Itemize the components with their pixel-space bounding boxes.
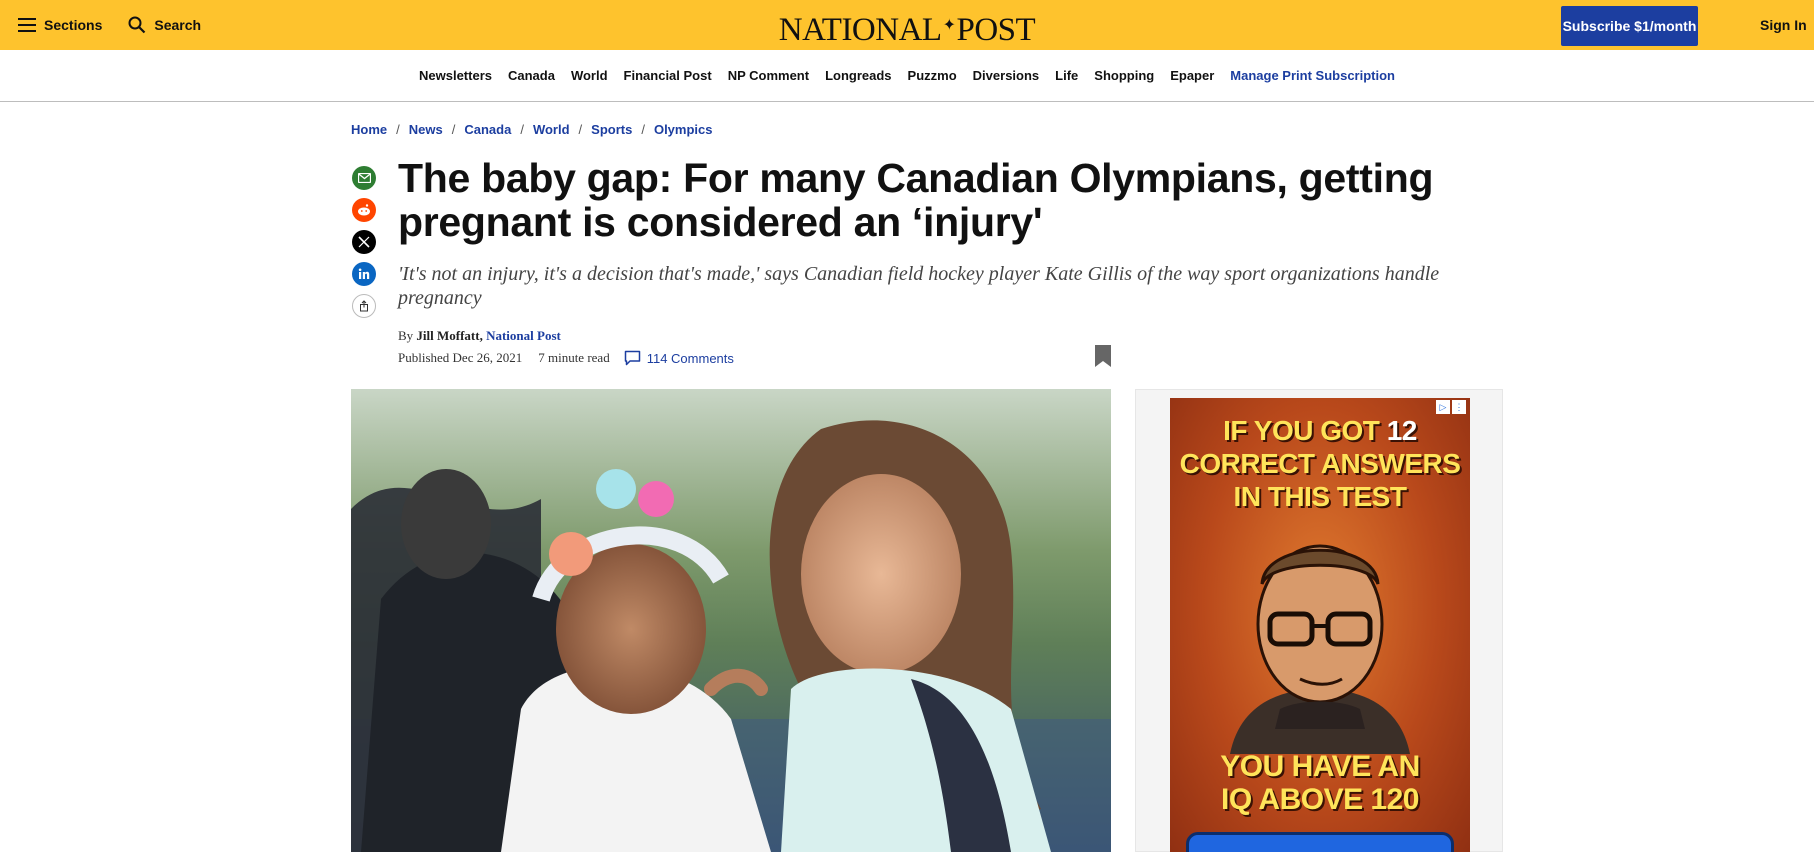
share-icon (360, 300, 368, 312)
breadcrumb-home[interactable]: Home (351, 122, 387, 137)
top-bar: Sections Search NATIONAL✦POST Subscribe … (0, 0, 1814, 50)
breadcrumb-olympics[interactable]: Olympics (654, 122, 713, 137)
nav-item-np-comment[interactable]: NP Comment (728, 68, 809, 83)
comments-link[interactable]: 114 Comments (624, 350, 734, 366)
subscribe-button[interactable]: Subscribe $1/month (1561, 6, 1698, 46)
breadcrumb-separator: / (641, 122, 645, 137)
article-headline: The baby gap: For many Canadian Olympian… (398, 155, 1434, 245)
breadcrumb-sports[interactable]: Sports (591, 122, 632, 137)
ad-options-icon: ⋮ (1452, 400, 1466, 414)
bookmark-button[interactable] (1094, 344, 1112, 373)
share-email-button[interactable] (352, 166, 376, 190)
breadcrumb: Home / News / Canada / World / Sports / … (351, 122, 712, 137)
ad-headline-top: IF YOU GOT 12 CORRECT ANSWERS IN THIS TE… (1170, 414, 1470, 513)
top-bar-left: Sections Search (18, 0, 201, 50)
byline-prefix: By (398, 328, 414, 343)
ad-headline-bottom: YOU HAVE AN IQ ABOVE 120 (1170, 750, 1470, 816)
share-x-button[interactable] (352, 230, 376, 254)
sections-button[interactable]: Sections (18, 17, 102, 33)
comments-count: 114 Comments (646, 350, 734, 366)
search-button[interactable]: Search (128, 16, 201, 34)
bookmark-icon (1095, 345, 1111, 367)
share-more-button[interactable] (352, 294, 376, 318)
hero-image[interactable] (351, 389, 1111, 852)
ad-line-3: IN THIS TEST (1233, 481, 1407, 512)
sign-in-link[interactable]: Sign In (1760, 0, 1807, 50)
breadcrumb-separator: / (520, 122, 524, 137)
read-time: 7 minute read (538, 350, 610, 365)
nav-item-diversions[interactable]: Diversions (973, 68, 1039, 83)
site-logo[interactable]: NATIONAL✦POST (0, 0, 1814, 50)
ad-line-4: YOU HAVE AN (1220, 750, 1420, 783)
breadcrumb-separator: / (451, 122, 456, 137)
nav-item-canada[interactable]: Canada (508, 68, 555, 83)
search-label: Search (154, 17, 202, 33)
breadcrumb-separator: / (578, 122, 583, 137)
logo-text-right: POST (956, 12, 1036, 48)
section-nav: Newsletters Canada World Financial Post … (0, 50, 1814, 102)
ad-line-1: IF YOU GOT (1223, 415, 1380, 446)
nav-item-shopping[interactable]: Shopping (1094, 68, 1154, 83)
ad-choices-icon: ▷ (1436, 400, 1450, 414)
breadcrumb-canada[interactable]: Canada (464, 122, 511, 137)
ad-number: 12 (1386, 415, 1418, 446)
ad-line-2: CORRECT ANSWERS (1179, 448, 1461, 479)
breadcrumb-world[interactable]: World (533, 122, 570, 137)
hero-photo (351, 389, 1111, 852)
nav-item-life[interactable]: Life (1055, 68, 1078, 83)
email-icon (357, 173, 371, 183)
ad-line-5: IQ ABOVE 120 (1221, 783, 1419, 816)
article-meta: Published Dec 26, 2021 7 minute read 114… (398, 350, 734, 366)
share-reddit-button[interactable] (352, 198, 376, 222)
nav-item-manage-print-subscription[interactable]: Manage Print Subscription (1230, 68, 1395, 83)
hamburger-icon (18, 18, 36, 32)
publication-link[interactable]: National Post (486, 328, 561, 343)
nav-item-longreads[interactable]: Longreads (825, 68, 891, 83)
advertisement[interactable]: ▷ ⋮ IF YOU GOT 12 CORRECT ANSWERS IN THIS… (1170, 398, 1470, 852)
byline: By Jill Moffatt, National Post (398, 328, 561, 344)
x-icon (358, 236, 370, 248)
ad-cta-button[interactable] (1186, 832, 1454, 852)
reddit-icon (358, 204, 370, 216)
nav-item-epaper[interactable]: Epaper (1170, 68, 1214, 83)
breadcrumb-news[interactable]: News (409, 122, 443, 137)
logo-text-left: NATIONAL (778, 12, 942, 48)
nav-item-world[interactable]: World (571, 68, 608, 83)
nav-item-puzzmo[interactable]: Puzzmo (908, 68, 957, 83)
search-icon (128, 16, 146, 34)
comment-icon (624, 350, 640, 366)
article-deck: 'It's not an injury, it's a decision tha… (398, 263, 1440, 309)
author-name[interactable]: Jill Moffatt, (416, 328, 482, 343)
breadcrumb-separator: / (396, 122, 400, 137)
nav-item-newsletters[interactable]: Newsletters (419, 68, 492, 83)
maple-leaf-icon: ✦ (942, 17, 956, 34)
share-linkedin-button[interactable] (352, 262, 376, 286)
linkedin-icon (358, 268, 370, 279)
ad-choices[interactable]: ▷ ⋮ (1434, 400, 1466, 414)
ad-portrait (1230, 544, 1410, 754)
sections-label: Sections (44, 17, 103, 33)
nav-list: Newsletters Canada World Financial Post … (0, 50, 1814, 101)
ad-container: ▷ ⋮ IF YOU GOT 12 CORRECT ANSWERS IN THIS… (1135, 389, 1503, 852)
published-date: Published Dec 26, 2021 (398, 350, 523, 365)
nav-item-financial-post[interactable]: Financial Post (624, 68, 712, 83)
share-rail (352, 166, 376, 326)
